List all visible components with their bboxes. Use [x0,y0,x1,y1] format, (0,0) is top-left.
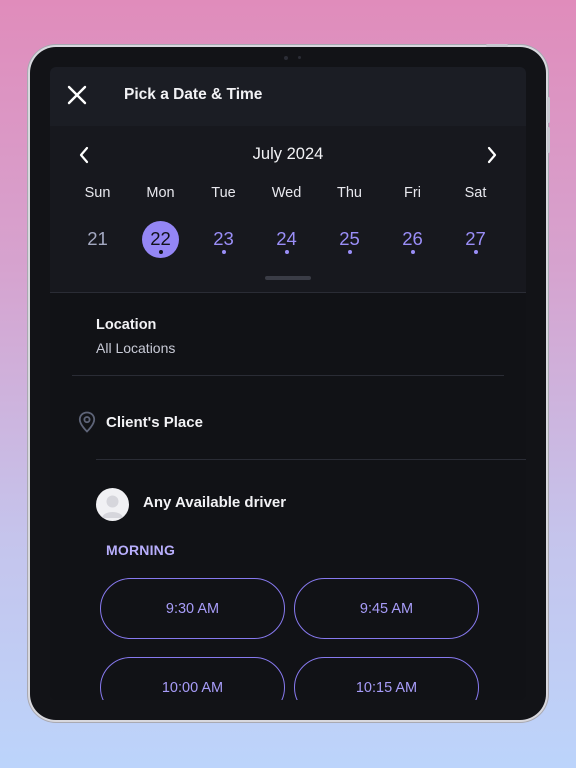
weekday-label: Tue [211,185,236,201]
date-cell[interactable]: 26 [381,221,444,259]
availability-dot [473,250,478,254]
app-screen: Pick a Date & Time July 2024 Sun Mon Tue… [50,67,526,700]
drag-handle[interactable] [265,276,311,280]
close-icon[interactable] [66,84,88,106]
top-bar: Pick a Date & Time [50,67,526,126]
time-slot-button[interactable]: 9:30 AM [100,578,285,639]
location-value[interactable]: All Locations [96,340,175,356]
calendar-divider [50,292,526,293]
weekday-label: Fri [404,185,421,201]
front-camera [284,56,288,60]
place-option[interactable]: Client's Place [106,414,203,431]
availability-dot [347,250,352,254]
chevron-right-icon[interactable] [484,146,500,164]
map-pin-icon [78,411,96,433]
driver-selector[interactable]: Any Available driver [143,494,286,511]
time-slot-button[interactable]: 10:15 AM [294,657,479,700]
morning-section-title: MORNING [106,542,176,558]
date-cell[interactable]: 27 [444,221,507,259]
availability-dot [410,250,415,254]
volume-up-button [547,97,550,123]
availability-dot [221,250,226,254]
date-cell[interactable]: 24 [255,221,318,259]
date-number: 21 [87,228,108,249]
dates-row: 21 22 23 24 25 26 27 [66,221,507,259]
camera-sensor [298,56,301,59]
date-cell[interactable]: 21 [66,221,129,259]
date-cell-selected[interactable]: 22 [129,221,192,259]
week-calendar: July 2024 Sun Mon Tue Wed Thu Fri Sat 21 [50,126,526,292]
weekday-label: Wed [271,185,302,201]
weekday-header: Sun Mon Tue Wed Thu Fri Sat [66,185,507,201]
weekday-label: Sun [84,185,111,201]
month-navigator: July 2024 [50,144,526,166]
volume-down-button [547,127,550,153]
time-slot-button[interactable]: 10:00 AM [100,657,285,700]
month-label: July 2024 [252,145,324,163]
weekday-label: Thu [337,185,362,201]
user-avatar-icon [96,488,129,521]
location-divider [72,375,504,376]
page-title: Pick a Date & Time [124,86,263,103]
weekday-label: Mon [146,185,175,201]
date-cell[interactable]: 25 [318,221,381,259]
tablet-frame: Pick a Date & Time July 2024 Sun Mon Tue… [30,44,550,720]
date-cell[interactable]: 23 [192,221,255,259]
power-button [486,44,508,47]
weekday-label: Sat [464,185,487,201]
time-slot-button[interactable]: 9:45 AM [294,578,479,639]
place-divider [96,459,526,460]
availability-dot [158,250,163,254]
availability-dot [284,250,289,254]
location-label: Location [96,317,157,333]
